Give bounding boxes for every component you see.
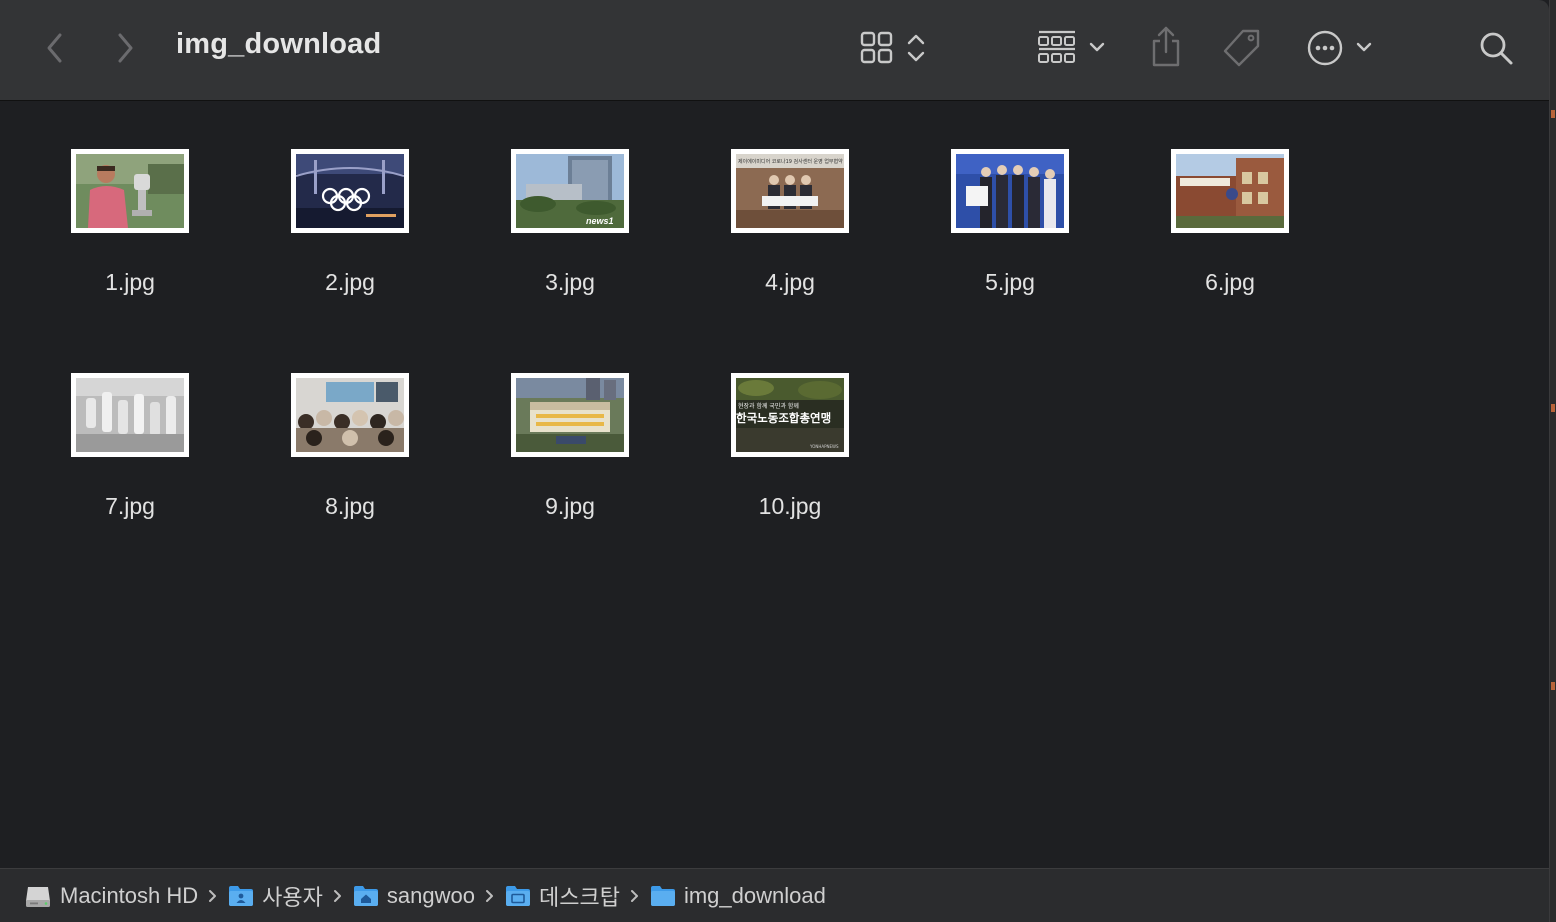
search-icon [1480, 32, 1513, 65]
file-item[interactable]: 제이에이미디어 코로나19 검사센터 운영 업무협약 4.jpg [710, 149, 870, 339]
file-item[interactable]: 2.jpg [270, 149, 430, 339]
file-name: 6.jpg [1205, 269, 1255, 295]
edge-mark [1551, 682, 1555, 690]
union-banner-image: 현장과 함께 국민과 함께 한국노동조합총연맹 YONHAPNEWS [736, 378, 844, 452]
lab-bottles-image [76, 378, 184, 452]
path-item-label: sangwoo [386, 882, 475, 908]
chevron-right-icon [485, 888, 495, 904]
agreement-ceremony-image: 제이에이미디어 코로나19 검사센터 운영 업무협약 [736, 154, 844, 228]
file-name: 7.jpg [105, 493, 155, 519]
file-thumbnail [291, 149, 409, 233]
file-thumbnail [511, 373, 629, 457]
file-item[interactable]: news1 3.jpg [490, 149, 650, 339]
file-item[interactable]: 현장과 함께 국민과 함께 한국노동조합총연맹 YONHAPNEWS 10.jp… [710, 373, 870, 563]
aerial-building-image [516, 378, 624, 452]
ellipsis-circle-icon [1307, 30, 1372, 66]
file-name: 9.jpg [545, 493, 595, 519]
file-name: 4.jpg [765, 269, 815, 295]
path-item-img-download[interactable]: img_download [650, 883, 826, 909]
share-icon [1152, 26, 1180, 67]
file-item[interactable]: 8.jpg [270, 373, 430, 563]
toolbar: img_download [0, 0, 1549, 101]
file-name: 2.jpg [325, 269, 375, 295]
banner-title-text: 한국노동조합총연맹 [736, 411, 831, 425]
file-grid: 1.jpg 2.jpg news1 3.jpg 제이에이미디어 코로나19 검사… [0, 101, 1549, 868]
file-name: 5.jpg [985, 269, 1035, 295]
window-title: img_download [176, 28, 382, 60]
chevron-right-icon [208, 888, 218, 904]
watermark-text: YONHAPNEWS [809, 444, 839, 449]
home-folder-icon [353, 885, 379, 907]
path-item-label: img_download [683, 882, 826, 908]
audience-image [296, 378, 404, 452]
grid-view-icon [860, 31, 925, 64]
more-actions-button[interactable] [1304, 26, 1380, 70]
path-item-label: 데스크탑 [538, 884, 620, 910]
edge-mark [1551, 404, 1555, 412]
file-item[interactable]: 7.jpg [50, 373, 210, 563]
file-item[interactable]: 9.jpg [490, 373, 650, 563]
file-thumbnail: 제이에이미디어 코로나19 검사센터 운영 업무협약 [731, 149, 849, 233]
file-name: 3.jpg [545, 269, 595, 295]
back-button[interactable] [38, 28, 72, 68]
file-name: 10.jpg [758, 493, 822, 519]
view-mode-button[interactable] [856, 27, 932, 69]
file-item[interactable]: 1.jpg [50, 149, 210, 339]
office-building-image: news1 [516, 154, 624, 228]
path-item-users[interactable]: 사용자 [228, 880, 323, 912]
file-item[interactable]: 5.jpg [930, 149, 1090, 339]
file-thumbnail: news1 [511, 149, 629, 233]
file-name: 1.jpg [105, 269, 155, 295]
file-thumbnail: 현장과 함께 국민과 함께 한국노동조합총연맹 YONHAPNEWS [731, 373, 849, 457]
folder-icon [650, 885, 676, 907]
file-thumbnail [291, 373, 409, 457]
file-thumbnail [1171, 149, 1289, 233]
forward-button[interactable] [108, 28, 142, 68]
finder-window: img_download 1.jpg 2.jpg news1 3.jpg 제이에… [0, 0, 1550, 922]
file-thumbnail [951, 149, 1069, 233]
path-item-label: 사용자 [262, 884, 323, 910]
chevron-right-icon [630, 888, 640, 904]
tag-icon [1223, 29, 1260, 67]
hard-drive-icon [24, 883, 52, 909]
banner-subtext: 현장과 함께 국민과 함께 [738, 402, 799, 410]
file-thumbnail [71, 149, 189, 233]
path-item-desktop[interactable]: 데스크탑 [505, 880, 620, 912]
group-by-button[interactable] [1034, 27, 1110, 69]
users-folder-icon [228, 885, 254, 907]
background-window-edge [1550, 0, 1556, 922]
chevron-right-icon [118, 33, 133, 63]
group-photo-image [956, 154, 1064, 228]
olympic-rings-image [296, 154, 404, 228]
path-item-home[interactable]: sangwoo [353, 883, 475, 909]
golfer-trophy-image [76, 154, 184, 228]
file-thumbnail [71, 373, 189, 457]
path-item-label: Macintosh HD [60, 882, 199, 908]
edge-mark [1551, 110, 1555, 118]
path-item-macintosh-hd[interactable]: Macintosh HD [24, 883, 198, 909]
desktop-folder-icon [505, 885, 531, 907]
banner-text: 제이에이미디어 코로나19 검사센터 운영 업무협약 [738, 158, 843, 165]
file-item[interactable]: 6.jpg [1150, 149, 1310, 339]
chevron-right-icon [333, 888, 343, 904]
tag-button[interactable] [1220, 26, 1264, 70]
chevron-left-icon [47, 33, 62, 63]
watermark-text: news1 [586, 216, 614, 226]
file-name: 8.jpg [325, 493, 375, 519]
path-bar: Macintosh HD 사용자 sangwoo 데스크탑 img_downlo… [0, 868, 1549, 922]
brick-building-image [1176, 154, 1284, 228]
group-by-icon [1038, 30, 1105, 63]
share-button[interactable] [1146, 24, 1186, 70]
search-button[interactable] [1474, 26, 1518, 70]
